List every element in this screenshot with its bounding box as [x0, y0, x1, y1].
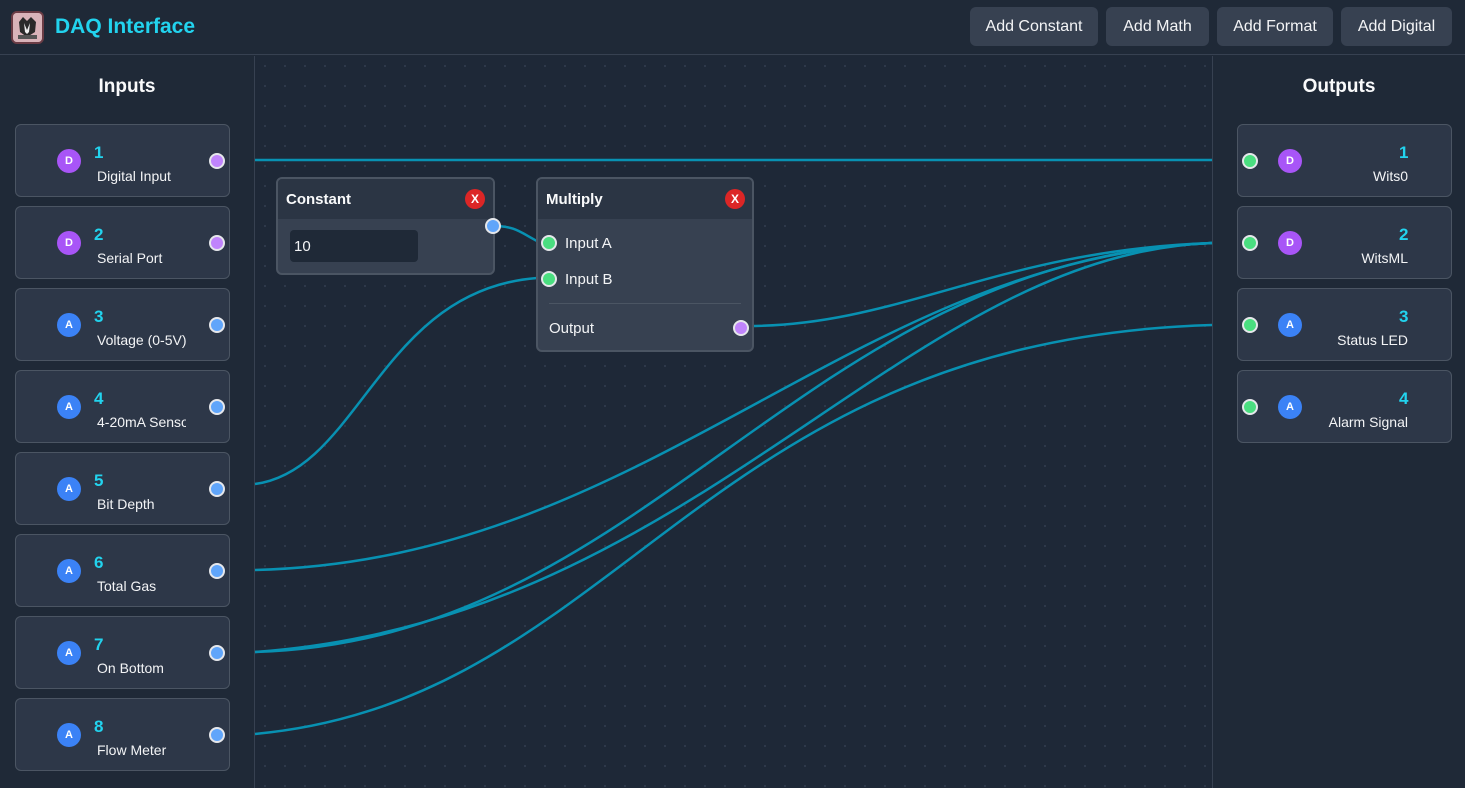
multiply-node-title: Multiply [546, 191, 603, 208]
channel-name: WitsML [1361, 250, 1408, 266]
constant-node-header[interactable]: Constant X [278, 179, 493, 219]
input-channel-card[interactable]: A 4 4-20mA Sensor [15, 370, 230, 443]
input-port[interactable] [1242, 317, 1258, 333]
output-port[interactable] [209, 153, 225, 169]
channel-number: 5 [94, 471, 104, 490]
output-port[interactable] [209, 399, 225, 415]
constant-output-port[interactable] [485, 218, 501, 234]
input-b-port[interactable] [541, 271, 557, 287]
digital-type-badge: D [57, 149, 81, 173]
output-channel-card[interactable]: D 1 Wits0 [1237, 124, 1452, 197]
channel-name: Voltage (0-5V) [97, 332, 187, 348]
input-channel-card[interactable]: A 8 Flow Meter [15, 698, 230, 771]
channel-number: 7 [94, 635, 104, 654]
output-label: Output [549, 320, 595, 337]
channel-number: 4 [94, 389, 104, 408]
channel-number: 2 [94, 225, 104, 244]
add-constant-button[interactable]: Add Constant [970, 7, 1098, 46]
node-canvas[interactable] [255, 56, 1212, 788]
output-channel-card[interactable]: A 4 Alarm Signal [1237, 370, 1452, 443]
analog-type-badge: A [57, 641, 81, 665]
add-format-button[interactable]: Add Format [1217, 7, 1333, 46]
digital-type-badge: D [1278, 149, 1302, 173]
channel-name: Digital Input [97, 168, 171, 184]
analog-type-badge: A [57, 313, 81, 337]
channel-number: 3 [94, 307, 104, 326]
outputs-title: Outputs [1302, 76, 1376, 97]
channel-number: 3 [1399, 307, 1409, 326]
inputs-title: Inputs [98, 76, 156, 97]
analog-type-badge: A [57, 477, 81, 501]
input-a-label: Input A [565, 235, 612, 252]
output-port[interactable] [209, 235, 225, 251]
constant-node[interactable]: Constant X [276, 177, 495, 275]
input-b-label: Input B [565, 271, 613, 288]
channel-name: On Bottom [97, 660, 164, 676]
app-title: DAQ Interface [55, 15, 196, 38]
delete-node-button[interactable]: X [725, 189, 745, 209]
input-channel-card[interactable]: D 1 Digital Input [15, 124, 230, 197]
input-channel-card[interactable]: A 3 Voltage (0-5V) [15, 288, 230, 361]
multiply-node[interactable]: Multiply X Input A Input B Output [536, 177, 754, 352]
analog-type-badge: A [57, 723, 81, 747]
constant-value-input[interactable] [290, 230, 418, 262]
input-port[interactable] [1242, 399, 1258, 415]
channel-number: 2 [1399, 225, 1409, 244]
header-bar: DAQ Interface Add Constant Add Math Add … [0, 0, 1465, 55]
add-digital-button[interactable]: Add Digital [1341, 7, 1452, 46]
node-divider [549, 303, 741, 304]
digital-type-badge: D [57, 231, 81, 255]
channel-number: 1 [1399, 143, 1409, 162]
input-a-port[interactable] [541, 235, 557, 251]
channel-name: Flow Meter [97, 742, 167, 758]
output-port[interactable] [209, 317, 225, 333]
input-channel-card[interactable]: D 2 Serial Port [15, 206, 230, 279]
channel-name: Alarm Signal [1328, 414, 1408, 430]
channel-name: Bit Depth [97, 496, 155, 512]
multiply-output-port[interactable] [733, 320, 749, 336]
daq-app: DAQ Interface Add Constant Add Math Add … [0, 0, 1465, 788]
channel-number: 8 [94, 717, 104, 736]
channel-number: 1 [94, 143, 104, 162]
output-port[interactable] [209, 727, 225, 743]
channel-number: 4 [1399, 389, 1409, 408]
analog-type-badge: A [1278, 395, 1302, 419]
channel-name: Wits0 [1373, 168, 1408, 184]
input-port[interactable] [1242, 235, 1258, 251]
multiply-node-header[interactable]: Multiply X [538, 179, 752, 219]
badger-logo-icon [11, 11, 44, 44]
add-math-button[interactable]: Add Math [1106, 7, 1209, 46]
analog-type-badge: A [1278, 313, 1302, 337]
output-port[interactable] [209, 563, 225, 579]
output-channel-card[interactable]: A 3 Status LED [1237, 288, 1452, 361]
analog-type-badge: A [57, 559, 81, 583]
constant-node-title: Constant [286, 191, 351, 208]
input-channel-card[interactable]: A 7 On Bottom [15, 616, 230, 689]
channel-name: 4-20mA Sensor [97, 414, 186, 430]
channel-name: Status LED [1337, 332, 1408, 348]
analog-type-badge: A [57, 395, 81, 419]
input-channel-card[interactable]: A 6 Total Gas [15, 534, 230, 607]
digital-type-badge: D [1278, 231, 1302, 255]
input-channel-card[interactable]: A 5 Bit Depth [15, 452, 230, 525]
output-channel-card[interactable]: D 2 WitsML [1237, 206, 1452, 279]
input-port[interactable] [1242, 153, 1258, 169]
delete-node-button[interactable]: X [465, 189, 485, 209]
channel-number: 6 [94, 553, 104, 572]
channel-name: Serial Port [97, 250, 163, 266]
channel-name: Total Gas [97, 578, 157, 594]
output-port[interactable] [209, 481, 225, 497]
output-port[interactable] [209, 645, 225, 661]
